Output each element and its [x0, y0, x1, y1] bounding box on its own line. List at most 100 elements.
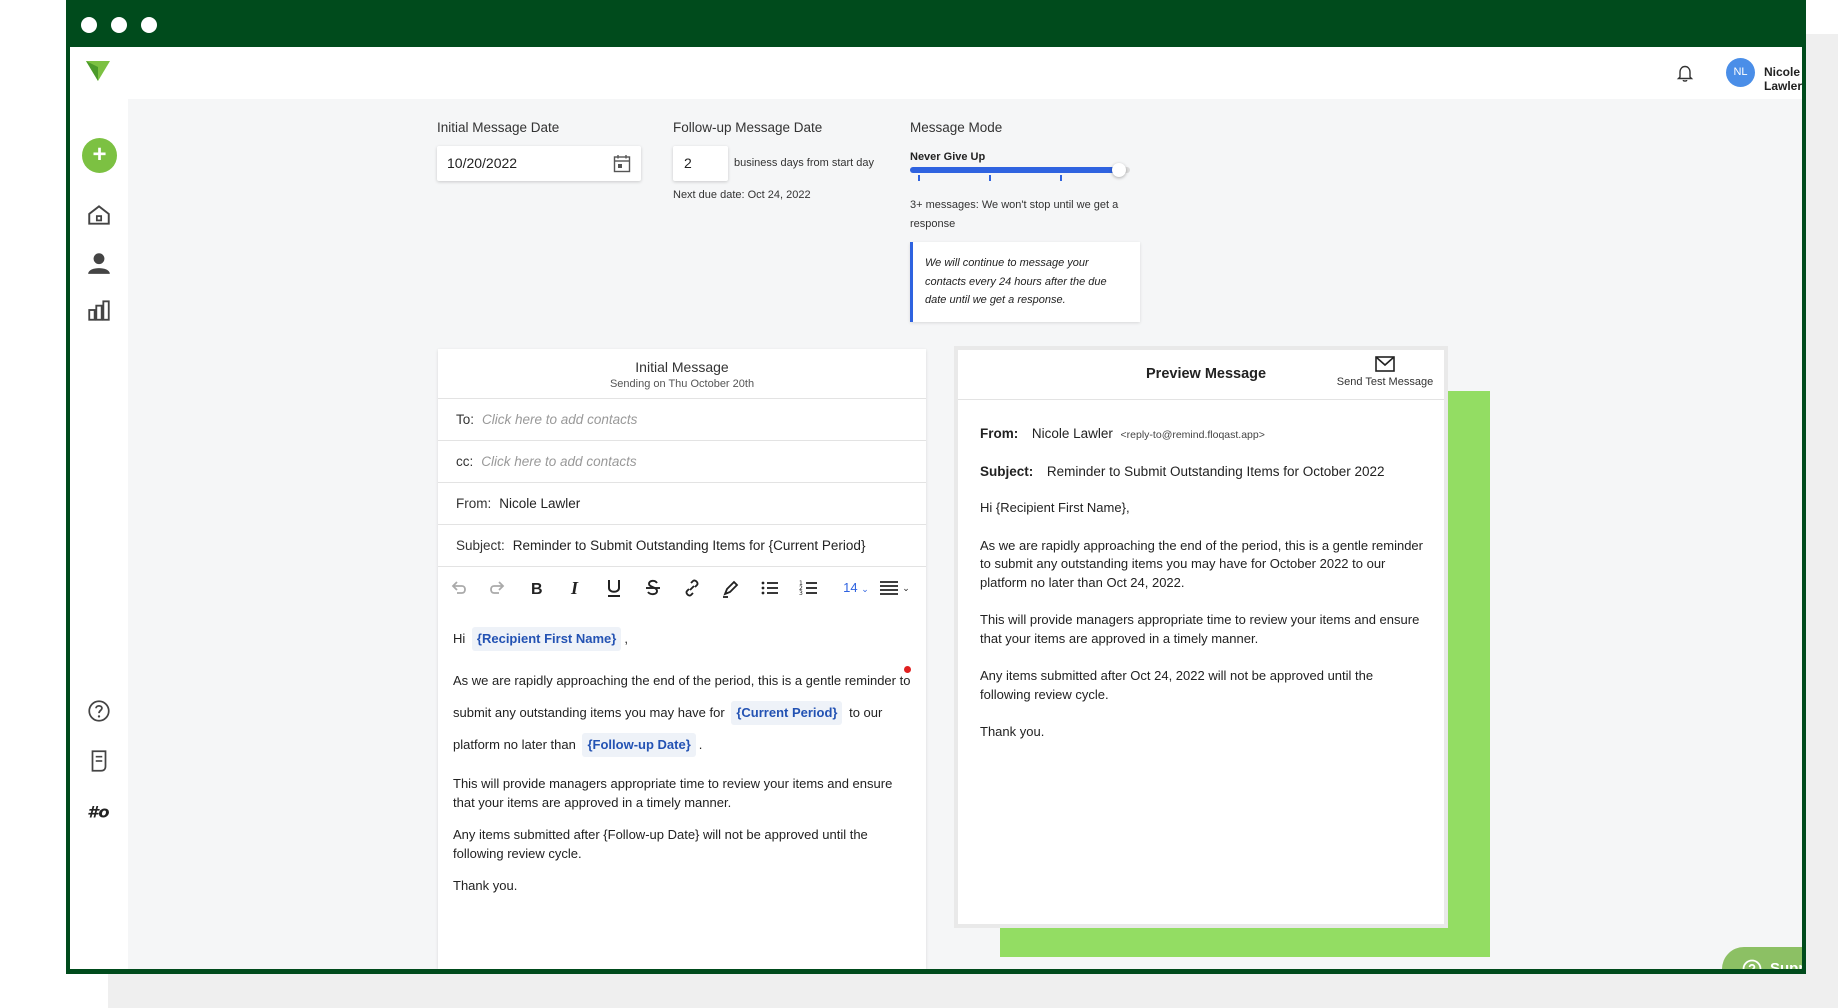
- preview-body: From: Nicole Lawler <reply-to@remind.flo…: [980, 425, 1425, 761]
- help-icon[interactable]: [86, 698, 112, 724]
- body-paragraph-3: Any items submitted after {Follow-up Dat…: [453, 827, 868, 861]
- cursor-indicator-dot: [904, 666, 911, 673]
- highlight-pen-icon[interactable]: [720, 577, 742, 599]
- slider-tick: [918, 175, 920, 181]
- followup-days-input[interactable]: 2: [673, 146, 728, 181]
- hash-o-icon[interactable]: #o: [86, 798, 112, 824]
- chevron-down-icon: ⌄: [861, 584, 869, 594]
- current-period-token[interactable]: {Current Period}: [731, 701, 843, 725]
- send-test-message-button[interactable]: Send Test Message: [1330, 354, 1440, 388]
- followup-date-label: Follow-up Message Date: [673, 120, 823, 135]
- preview-title: Preview Message: [1146, 366, 1267, 382]
- from-field[interactable]: From: Nicole Lawler: [438, 483, 926, 525]
- top-bar: NL Nicole Lawler: [128, 47, 1802, 99]
- from-value[interactable]: Nicole Lawler: [499, 496, 580, 511]
- message-mode-note: We will continue to message your contact…: [910, 242, 1140, 322]
- from-label: From:: [456, 496, 492, 511]
- app-window: + #o NL Nicole Lawler Initial Message Da…: [66, 0, 1806, 974]
- reports-chart-icon[interactable]: [86, 297, 112, 323]
- help-circle-icon: [1742, 959, 1762, 969]
- message-mode-slider-fill: [910, 167, 1119, 173]
- support-button[interactable]: Support: [1722, 947, 1802, 969]
- to-label: To:: [456, 412, 475, 427]
- notification-bell-icon[interactable]: [1675, 63, 1695, 83]
- font-size-select[interactable]: 14 ⌄: [838, 577, 874, 599]
- preview-paragraph-4: Thank you.: [980, 724, 1045, 739]
- link-icon[interactable]: [681, 577, 703, 599]
- initial-message-editor: Initial Message Sending on Thu October 2…: [438, 349, 926, 969]
- body-paragraph-2: This will provide managers appropriate t…: [453, 776, 893, 810]
- app-screen: + #o NL Nicole Lawler Initial Message Da…: [70, 47, 1802, 969]
- body-greeting: Hi: [453, 631, 466, 646]
- cc-label: cc:: [456, 454, 474, 469]
- message-mode-name: Never Give Up: [910, 151, 986, 163]
- preview-subject-value: Reminder to Submit Outstanding Items for…: [1046, 463, 1385, 479]
- to-field[interactable]: To: Click here to add contacts: [438, 399, 926, 441]
- message-mode-label: Message Mode: [910, 120, 1003, 135]
- initial-date-label: Initial Message Date: [437, 120, 560, 135]
- message-mode-slider[interactable]: [910, 163, 1130, 181]
- slider-tick: [1060, 175, 1062, 181]
- preview-greeting: Hi {Recipient First Name},: [980, 500, 1130, 515]
- user-avatar[interactable]: NL: [1726, 58, 1755, 87]
- preview-from-label: From:: [980, 426, 1019, 441]
- release-notes-icon[interactable]: [86, 748, 112, 774]
- numbered-list-icon[interactable]: 1 2 3: [798, 577, 820, 599]
- preview-from-email: <reply-to@remind.floqast.app>: [1120, 429, 1265, 441]
- floqast-logo-icon[interactable]: [84, 59, 112, 83]
- preview-header: Preview Message Send Test Message: [958, 350, 1444, 400]
- italic-icon[interactable]: I: [565, 577, 587, 599]
- preview-from-name: Nicole Lawler: [1031, 426, 1113, 441]
- subject-label: Subject:: [456, 538, 505, 553]
- mail-icon: [1375, 356, 1395, 372]
- support-label: Support: [1770, 960, 1802, 969]
- message-mode-description: 3+ messages: We won't stop until we get …: [910, 199, 1119, 230]
- background-strip-bottom: [108, 974, 1838, 1008]
- initial-date-input[interactable]: 10/20/2022: [437, 146, 641, 181]
- body-paragraph-4: Thank you.: [453, 878, 518, 893]
- to-placeholder[interactable]: Click here to add contacts: [482, 412, 637, 427]
- svg-text:I: I: [570, 578, 579, 598]
- editor-title: Initial Message: [635, 359, 729, 375]
- underline-icon[interactable]: [603, 577, 625, 599]
- recipient-name-token[interactable]: {Recipient First Name}: [471, 627, 622, 651]
- window-minimize-dot[interactable]: [111, 17, 127, 33]
- subject-value[interactable]: Reminder to Submit Outstanding Items for…: [513, 538, 866, 553]
- window-maximize-dot[interactable]: [141, 17, 157, 33]
- cc-placeholder[interactable]: Click here to add contacts: [481, 454, 636, 469]
- followup-date-token[interactable]: {Follow-up Date}: [582, 733, 696, 757]
- preview-paragraph-2: This will provide managers appropriate t…: [980, 612, 1420, 646]
- sidebar: + #o: [70, 47, 128, 969]
- background-strip-right: [1806, 34, 1838, 1008]
- user-name[interactable]: Nicole Lawler: [1764, 65, 1802, 93]
- preview-panel: Preview Message Send Test Message From: …: [954, 346, 1448, 928]
- svg-text:B: B: [531, 581, 543, 598]
- editor-body[interactable]: Hi {Recipient First Name}, As we are rap…: [453, 627, 913, 910]
- strikethrough-icon[interactable]: [642, 577, 664, 599]
- subject-field[interactable]: Subject: Reminder to Submit Outstanding I…: [438, 525, 926, 567]
- calendar-icon[interactable]: [613, 154, 631, 173]
- font-size-value: 14: [843, 580, 858, 595]
- editor-header: Initial Message Sending on Thu October 2…: [438, 349, 926, 399]
- svg-text:#o: #o: [87, 803, 109, 822]
- message-mode-slider-handle[interactable]: [1112, 163, 1126, 177]
- cc-field[interactable]: cc: Click here to add contacts: [438, 441, 926, 483]
- preview-paragraph-1: As we are rapidly approaching the end of…: [980, 537, 1423, 590]
- user-icon[interactable]: [86, 250, 112, 276]
- preview-subject-label: Subject:: [980, 463, 1034, 479]
- next-due-date: Next due date: Oct 24, 2022: [673, 189, 811, 201]
- send-test-message-label: Send Test Message: [1336, 376, 1434, 388]
- add-button[interactable]: +: [82, 138, 117, 173]
- bold-icon[interactable]: B: [526, 577, 548, 599]
- body-greeting-end: ,: [624, 631, 628, 646]
- align-dropdown-chevron-icon[interactable]: ⌄: [900, 577, 912, 599]
- bullet-list-icon[interactable]: [759, 577, 781, 599]
- slider-tick: [989, 175, 991, 181]
- svg-text:3: 3: [799, 590, 803, 597]
- editor-subtitle: Sending on Thu October 20th: [609, 378, 755, 390]
- home-icon[interactable]: [86, 202, 112, 228]
- undo-icon[interactable]: [448, 577, 470, 599]
- align-justify-icon[interactable]: [878, 577, 900, 599]
- window-close-dot[interactable]: [81, 17, 97, 33]
- redo-icon[interactable]: [486, 577, 508, 599]
